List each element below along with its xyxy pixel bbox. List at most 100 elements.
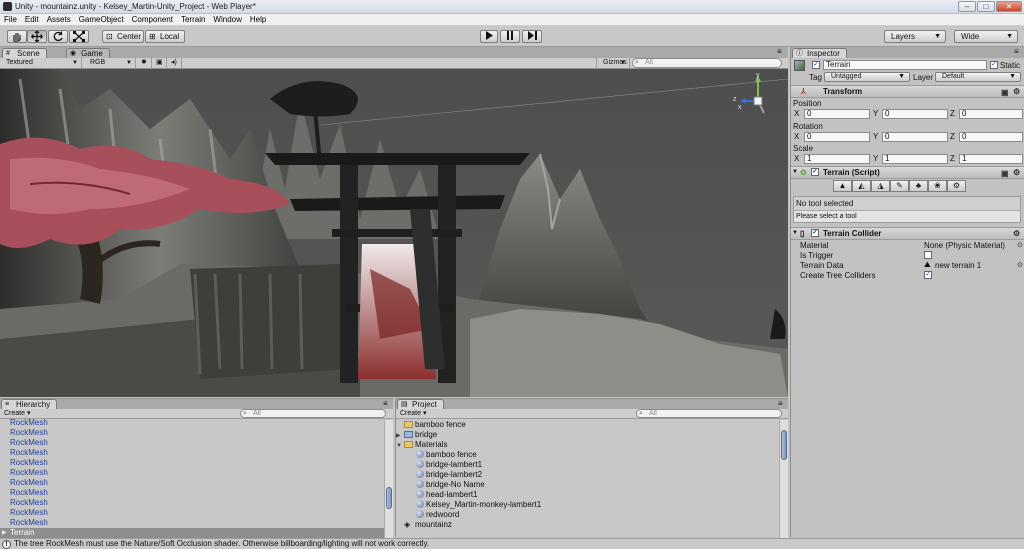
- rotation-z-field[interactable]: 0: [959, 132, 1023, 142]
- object-picker-icon[interactable]: ⊙: [1017, 241, 1023, 249]
- transform-header[interactable]: ⅄ Transform ▣ ⚙: [791, 85, 1024, 98]
- menu-help[interactable]: Help: [246, 14, 270, 24]
- hierarchy-search-input[interactable]: ⌕ All: [240, 409, 386, 418]
- project-create-dropdown[interactable]: Create ▾: [400, 409, 426, 419]
- terrain-data-value[interactable]: new terrain 1: [935, 261, 981, 270]
- panel-menu-icon[interactable]: ≡: [777, 47, 782, 56]
- layout-dropdown[interactable]: Wide ▼: [954, 30, 1018, 43]
- paint-texture-tool[interactable]: ✎: [890, 180, 909, 192]
- static-checkbox[interactable]: ✓: [990, 61, 998, 69]
- hierarchy-item[interactable]: RockMesh: [10, 458, 48, 468]
- scale-tool-button[interactable]: [69, 30, 89, 43]
- menu-component[interactable]: Component: [128, 14, 177, 24]
- project-item[interactable]: bridge-lambert1: [416, 460, 482, 470]
- smooth-height-tool[interactable]: ◮: [871, 180, 890, 192]
- panel-menu-icon[interactable]: ≡: [1014, 47, 1019, 56]
- project-scrollbar[interactable]: [779, 420, 788, 538]
- scene-audio-toggle[interactable]: ◂): [168, 58, 182, 69]
- hierarchy-item[interactable]: RockMesh: [10, 478, 48, 488]
- is-trigger-checkbox[interactable]: [924, 251, 932, 259]
- layers-dropdown[interactable]: Layers ▼: [884, 30, 946, 43]
- gear-icon[interactable]: ⚙: [1013, 167, 1020, 178]
- position-y-field[interactable]: 0: [882, 109, 948, 119]
- project-item[interactable]: bamboo fence: [416, 450, 477, 460]
- terrain-settings-tool[interactable]: ⚙: [947, 180, 966, 192]
- scene-lighting-toggle[interactable]: ✹: [138, 58, 152, 69]
- panel-menu-icon[interactable]: ≡: [383, 399, 388, 408]
- tab-scene[interactable]: # Scene: [2, 48, 47, 58]
- hierarchy-scrollbar[interactable]: [384, 420, 393, 538]
- raise-terrain-tool[interactable]: ▲: [833, 180, 852, 192]
- scene-search-input[interactable]: ⌕ All: [632, 58, 782, 68]
- project-item[interactable]: redwoord: [416, 510, 459, 520]
- play-button[interactable]: [480, 30, 498, 43]
- rotation-x-field[interactable]: 0: [804, 132, 870, 142]
- menu-assets[interactable]: Assets: [43, 14, 75, 24]
- tab-game[interactable]: ◉ Game: [66, 48, 110, 58]
- color-mode-dropdown[interactable]: RGB ▼: [84, 58, 136, 69]
- terrain-collider-header[interactable]: ▼ ▯ ✓ Terrain Collider ⚙: [791, 227, 1024, 240]
- menu-file[interactable]: File: [0, 14, 21, 24]
- scene-render-image[interactable]: [0, 69, 788, 397]
- step-button[interactable]: [522, 30, 542, 43]
- gear-icon[interactable]: ⚙: [1013, 86, 1020, 97]
- help-icon[interactable]: ▣: [1001, 87, 1009, 98]
- hierarchy-item[interactable]: RockMesh: [10, 468, 48, 478]
- project-item[interactable]: bridge-lambert2: [416, 470, 482, 480]
- object-picker-icon[interactable]: ⊙: [1017, 261, 1023, 269]
- render-mode-dropdown[interactable]: Textured ▼: [0, 58, 82, 69]
- scale-x-field[interactable]: 1: [804, 154, 870, 164]
- hand-tool-button[interactable]: [7, 30, 27, 43]
- menu-gameobject[interactable]: GameObject: [75, 14, 128, 24]
- scrollbar-thumb[interactable]: [781, 430, 787, 460]
- hierarchy-item[interactable]: RockMesh: [10, 438, 48, 448]
- position-z-field[interactable]: 0: [959, 109, 1023, 119]
- rotation-y-field[interactable]: 0: [882, 132, 948, 142]
- scale-y-field[interactable]: 1: [882, 154, 948, 164]
- close-button[interactable]: ✕: [996, 1, 1022, 12]
- scene-orientation-gizmo[interactable]: y z x: [732, 72, 784, 121]
- position-x-field[interactable]: 0: [804, 109, 870, 119]
- minimize-button[interactable]: –: [958, 1, 976, 12]
- object-name-field[interactable]: Terrain: [823, 60, 987, 70]
- create-tree-colliders-checkbox[interactable]: ✓: [924, 271, 932, 279]
- hierarchy-item[interactable]: RockMesh: [10, 448, 48, 458]
- scene-overlay-toggle[interactable]: ▣: [153, 58, 167, 69]
- hierarchy-item[interactable]: RockMesh: [10, 428, 48, 438]
- terrain-script-header[interactable]: ▼ ✿ ✓ Terrain (Script) ▣ ⚙: [791, 166, 1024, 179]
- menu-terrain[interactable]: Terrain: [177, 14, 209, 24]
- active-checkbox[interactable]: ✓: [812, 61, 820, 69]
- paint-height-tool[interactable]: ◭: [852, 180, 871, 192]
- hierarchy-item[interactable]: RockMesh: [10, 418, 48, 428]
- hierarchy-item[interactable]: RockMesh: [10, 488, 48, 498]
- project-item[interactable]: head-lambert1: [416, 490, 478, 500]
- project-item[interactable]: Kelsey_Martin-monkey-lambert1: [416, 500, 541, 510]
- project-search-input[interactable]: ⌕ All: [636, 409, 782, 418]
- scrollbar-thumb[interactable]: [386, 487, 392, 509]
- terrain-script-enabled-checkbox[interactable]: ✓: [811, 168, 819, 176]
- pivot-center-toggle[interactable]: ⊡ Center: [102, 30, 144, 43]
- panel-menu-icon[interactable]: ≡: [778, 399, 783, 408]
- hierarchy-item[interactable]: RockMesh: [10, 518, 48, 528]
- move-tool-button[interactable]: [27, 30, 47, 43]
- tab-inspector[interactable]: ⓘ Inspector: [792, 48, 847, 58]
- rotate-tool-button[interactable]: [48, 30, 68, 43]
- help-icon[interactable]: ▣: [1001, 168, 1009, 179]
- project-item[interactable]: bamboo fence: [396, 420, 466, 430]
- menu-edit[interactable]: Edit: [21, 14, 43, 24]
- paint-details-tool[interactable]: ❀: [928, 180, 947, 192]
- place-trees-tool[interactable]: ♣: [909, 180, 928, 192]
- project-item[interactable]: ◈ mountainz: [404, 520, 452, 530]
- tab-hierarchy[interactable]: ≡ Hierarchy: [1, 399, 58, 409]
- hierarchy-selected-row[interactable]: ▶ Terrain: [0, 528, 384, 538]
- layer-dropdown[interactable]: Default ▼: [935, 72, 1021, 82]
- hierarchy-item[interactable]: RockMesh: [10, 498, 48, 508]
- menu-window[interactable]: Window: [209, 14, 245, 24]
- project-item[interactable]: bridge-No Name: [416, 480, 485, 490]
- maximize-button[interactable]: □: [977, 1, 995, 12]
- tab-project[interactable]: ▤ Project: [397, 399, 444, 409]
- tag-dropdown[interactable]: Untagged ▼: [824, 72, 910, 82]
- scene-viewport[interactable]: y z x: [0, 69, 788, 397]
- scale-z-field[interactable]: 1: [959, 154, 1023, 164]
- space-local-toggle[interactable]: ⊞ Local: [145, 30, 185, 43]
